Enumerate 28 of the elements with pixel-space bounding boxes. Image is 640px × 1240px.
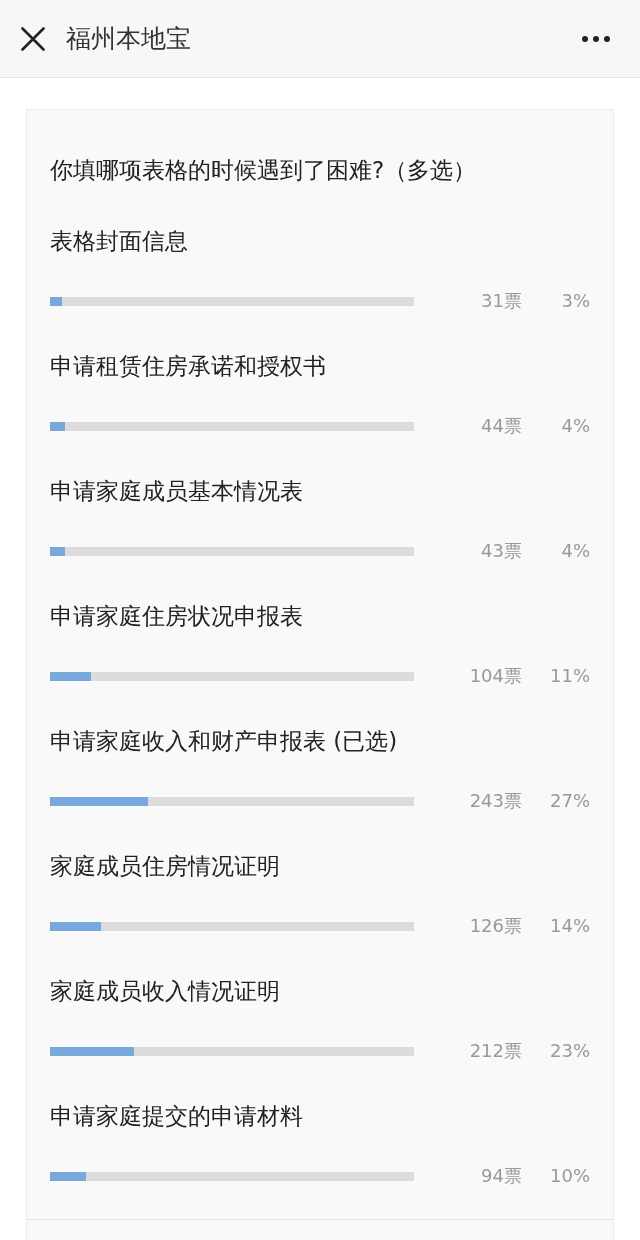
- vote-count: 94票: [480, 1164, 522, 1188]
- close-icon[interactable]: [21, 26, 45, 51]
- vote-percent: 3%: [560, 289, 590, 313]
- vote-count: 243票: [468, 789, 522, 813]
- question-text: 你填哪项表格的时候遇到了困难?（多选）: [50, 156, 478, 185]
- option-label: 申请家庭成员基本情况表: [50, 477, 304, 506]
- vote-percent: 23%: [549, 1039, 590, 1063]
- option-label: 家庭成员住房情况证明: [50, 852, 281, 881]
- vote-count: 44票: [480, 414, 522, 438]
- option-label: 申请家庭住房状况申报表: [50, 602, 304, 631]
- option-label: 申请家庭提交的申请材料: [50, 1102, 304, 1131]
- option-label: 家庭成员收入情况证明: [50, 977, 281, 1006]
- vote-count: 31票: [480, 289, 522, 313]
- page-title: 福州本地宝: [66, 22, 192, 55]
- vote-count: 212票: [468, 1039, 522, 1063]
- option-label: 申请家庭收入和财产申报表 (已选): [50, 727, 399, 756]
- vote-percent: 14%: [549, 914, 590, 938]
- vote-percent: 4%: [560, 414, 590, 438]
- menu-icon[interactable]: [582, 35, 610, 42]
- vote-percent: 11%: [549, 664, 590, 688]
- vote-percent: 10%: [549, 1164, 590, 1188]
- vote-count: 43票: [480, 539, 522, 563]
- option-label: 申请租赁住房承诺和授权书: [50, 352, 327, 381]
- vote-count: 104票: [468, 664, 522, 688]
- option-label: 表格封面信息: [50, 227, 189, 256]
- vote-percent: 4%: [560, 539, 590, 563]
- vote-count: 126票: [468, 914, 522, 938]
- vote-percent: 27%: [549, 789, 590, 813]
